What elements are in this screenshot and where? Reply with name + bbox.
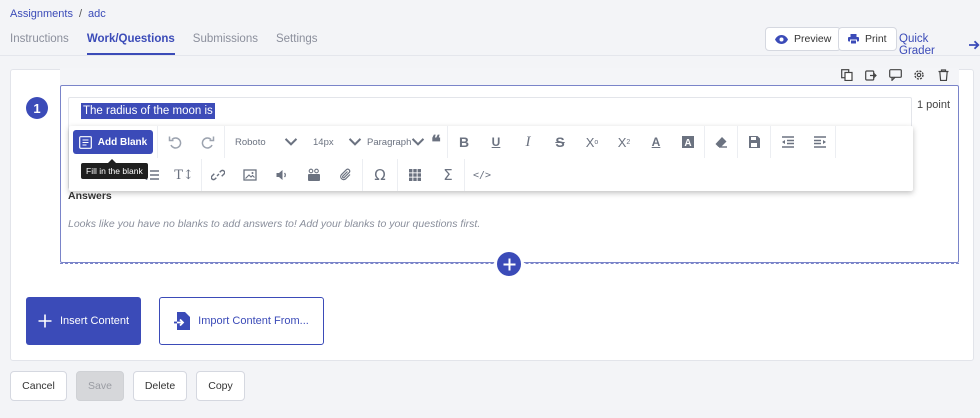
copy-icon[interactable] (840, 68, 854, 82)
svg-text:A: A (684, 138, 691, 149)
math-equation-icon[interactable]: Σ (432, 159, 464, 191)
breadcrumb-separator: / (78, 8, 83, 20)
question-number: 1 (26, 97, 48, 119)
tab-work-questions[interactable]: Work/Questions (86, 33, 175, 55)
add-blank-tooltip: Fill in the blank (81, 159, 148, 179)
special-character-icon[interactable]: Ω (363, 159, 397, 191)
blockquote-icon[interactable]: ❝ (425, 126, 447, 158)
toolbar-divider (835, 126, 836, 158)
underline-icon[interactable]: U (480, 126, 512, 158)
delete-button[interactable]: Delete (133, 371, 187, 401)
font-family-select[interactable]: Roboto (225, 126, 303, 158)
trash-icon[interactable] (936, 68, 950, 82)
tab-instructions[interactable]: Instructions (10, 33, 69, 55)
subscript-icon[interactable]: Xo (576, 126, 608, 158)
link-icon[interactable] (202, 159, 234, 191)
print-button[interactable]: Print (838, 27, 897, 51)
save-button[interactable]: Save (76, 371, 124, 401)
code-view-icon[interactable]: </> (465, 159, 499, 191)
italic-icon[interactable]: I (512, 126, 544, 158)
insert-content-label: Insert Content (59, 315, 130, 327)
highlight-color-icon[interactable]: A (672, 126, 704, 158)
font-size-value: 14px (313, 136, 334, 148)
question-actions (840, 68, 950, 82)
move-icon[interactable] (864, 68, 878, 82)
no-blanks-message: Looks like you have no blanks to add ans… (68, 218, 481, 230)
question-points[interactable]: 1 point (917, 99, 950, 111)
plus-icon (503, 258, 516, 271)
quick-grader-link[interactable]: Quick Grader (899, 33, 980, 57)
answers-heading: Answers (68, 190, 112, 202)
gear-icon[interactable] (912, 68, 926, 82)
bold-icon[interactable]: B (448, 126, 480, 158)
comment-icon[interactable] (888, 68, 902, 82)
redo-icon[interactable] (192, 126, 224, 158)
tab-bar: Instructions Work/Questions Submissions … (10, 33, 336, 55)
toolbar-row-2: T↕ Ω Σ </> (137, 159, 499, 191)
outdent-icon[interactable] (771, 126, 805, 158)
chevron-down-icon (284, 135, 298, 149)
font-family-value: Roboto (235, 136, 266, 148)
import-content-label: Import Content From... (198, 315, 309, 327)
table-icon[interactable] (398, 159, 432, 191)
add-blank-label: Add Blank (97, 136, 148, 148)
header-divider (0, 55, 980, 56)
text-color-icon[interactable]: A (640, 126, 672, 158)
copy-button[interactable]: Copy (196, 371, 245, 401)
eraser-icon[interactable] (705, 126, 737, 158)
eye-icon (775, 34, 788, 44)
arrow-right-icon (969, 40, 980, 50)
block-format-value: Paragraph (367, 136, 412, 148)
printer-icon (848, 34, 859, 44)
import-content-button[interactable]: Import Content From... (159, 297, 324, 345)
audio-icon[interactable] (266, 159, 298, 191)
attachment-icon[interactable] (330, 159, 362, 191)
insert-content-button[interactable]: Insert Content (26, 297, 141, 345)
question-text[interactable]: The radius of the moon is (81, 103, 215, 119)
print-label: Print (865, 33, 887, 45)
blank-doc-icon (78, 135, 92, 149)
image-icon[interactable] (234, 159, 266, 191)
save-disk-icon[interactable] (738, 126, 770, 158)
breadcrumb-root[interactable]: Assignments (10, 8, 73, 20)
strikethrough-icon[interactable]: S (544, 126, 576, 158)
undo-icon[interactable] (158, 126, 192, 158)
editor-toolbar: Add Blank Roboto 14px Paragraph ❝ B U I … (69, 126, 913, 191)
quick-grader-label: Quick Grader (899, 33, 935, 57)
video-icon[interactable] (298, 159, 330, 191)
breadcrumb-current[interactable]: adc (88, 8, 106, 20)
tab-submissions[interactable]: Submissions (193, 33, 258, 55)
question-header-strip (60, 68, 959, 85)
add-blank-button[interactable]: Add Blank (73, 130, 153, 154)
text-size-icon[interactable]: T↕ (167, 159, 201, 191)
import-icon (174, 312, 191, 330)
font-size-select[interactable]: 14px (303, 126, 361, 158)
cancel-button[interactable]: Cancel (10, 371, 67, 401)
superscript-icon[interactable]: X2 (608, 126, 640, 158)
preview-button[interactable]: Preview (765, 27, 842, 51)
tab-settings[interactable]: Settings (276, 33, 318, 55)
block-format-select[interactable]: Paragraph (359, 126, 425, 158)
chevron-down-icon (411, 135, 425, 149)
breadcrumb: Assignments / adc (10, 8, 106, 20)
plus-icon (38, 314, 52, 328)
add-question-button[interactable] (494, 249, 524, 279)
indent-icon[interactable] (805, 126, 835, 158)
preview-label: Preview (794, 33, 832, 45)
toolbar-row-1: Roboto 14px Paragraph ❝ B U I S Xo X2 A … (157, 126, 836, 158)
